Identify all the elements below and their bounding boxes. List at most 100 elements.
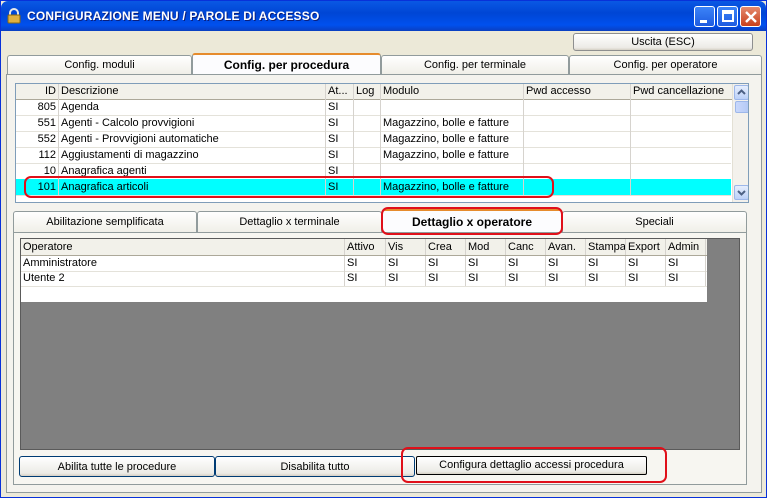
- cell-pwd-accesso[interactable]: [524, 99, 631, 115]
- cell-descrizione[interactable]: Agenti - Calcolo provvigioni: [59, 115, 326, 131]
- table-row[interactable]: 101 Anagrafica articoli SI Magazzino, bolle…: [16, 179, 733, 196]
- cell-modulo[interactable]: [381, 99, 524, 115]
- op-col-2[interactable]: Vis: [386, 239, 426, 255]
- cell-permission[interactable]: SI: [666, 271, 706, 286]
- tab-dettaglio-operatore[interactable]: Dettaglio x operatore: [382, 209, 562, 234]
- cell-pwd-cancellazione[interactable]: [631, 147, 733, 163]
- col-descrizione[interactable]: Descrizione: [59, 84, 326, 100]
- scroll-up-button[interactable]: [734, 85, 748, 100]
- cell-operatore[interactable]: Amministratore: [21, 256, 345, 271]
- cell-attivo[interactable]: SI: [326, 99, 354, 115]
- cell-id[interactable]: 10: [16, 163, 59, 179]
- cell-log[interactable]: [354, 99, 381, 115]
- op-col-4[interactable]: Mod: [466, 239, 506, 255]
- table-row[interactable]: 551 Agenti - Calcolo provvigioni SI Magazzi…: [16, 115, 733, 132]
- table-row[interactable]: Utente 2 SI SI SI SI SI SI SI SI SI: [21, 271, 707, 287]
- tab-config-operatore[interactable]: Config. per operatore: [569, 55, 762, 74]
- cell-pwd-cancellazione[interactable]: [631, 99, 733, 115]
- cell-log[interactable]: [354, 115, 381, 131]
- cell-permission[interactable]: SI: [546, 271, 586, 286]
- cell-permission[interactable]: SI: [666, 256, 706, 271]
- cell-id[interactable]: 101: [16, 179, 59, 195]
- cell-pwd-cancellazione[interactable]: [631, 131, 733, 147]
- close-button[interactable]: [740, 6, 761, 27]
- op-col-9[interactable]: Admin: [666, 239, 706, 255]
- cell-attivo[interactable]: SI: [326, 147, 354, 163]
- cell-descrizione[interactable]: Anagrafica agenti: [59, 163, 326, 179]
- cell-permission[interactable]: SI: [586, 256, 626, 271]
- tab-config-procedura[interactable]: Config. per procedura: [192, 53, 381, 76]
- cell-modulo[interactable]: [381, 163, 524, 179]
- cell-pwd-cancellazione[interactable]: [631, 115, 733, 131]
- cell-log[interactable]: [354, 179, 381, 195]
- cell-permission[interactable]: SI: [386, 271, 426, 286]
- tab-speciali[interactable]: Speciali: [562, 211, 747, 232]
- op-col-6[interactable]: Avan.: [546, 239, 586, 255]
- tab-dettaglio-terminale[interactable]: Dettaglio x terminale: [197, 211, 382, 232]
- cell-id[interactable]: 112: [16, 147, 59, 163]
- op-col-0[interactable]: Operatore: [21, 239, 345, 255]
- cell-permission[interactable]: SI: [426, 271, 466, 286]
- cell-permission[interactable]: SI: [466, 256, 506, 271]
- col-log[interactable]: Log: [354, 84, 381, 100]
- cell-permission[interactable]: SI: [466, 271, 506, 286]
- cell-permission[interactable]: SI: [426, 256, 466, 271]
- op-col-1[interactable]: Attivo: [345, 239, 386, 255]
- title-bar[interactable]: CONFIGURAZIONE MENU / PAROLE DI ACCESSO: [1, 1, 766, 31]
- cell-attivo[interactable]: SI: [326, 163, 354, 179]
- table-row[interactable]: 112 Aggiustamenti di magazzino SI Magazzino…: [16, 147, 733, 164]
- scroll-down-button[interactable]: [734, 185, 748, 200]
- cell-modulo[interactable]: Magazzino, bolle e fatture: [381, 147, 524, 163]
- table-row[interactable]: 805 Agenda SI: [16, 99, 733, 116]
- exit-button[interactable]: Uscita (ESC): [573, 33, 753, 51]
- maximize-button[interactable]: [717, 6, 738, 27]
- cell-id[interactable]: 805: [16, 99, 59, 115]
- cell-permission[interactable]: SI: [345, 256, 386, 271]
- cell-modulo[interactable]: Magazzino, bolle e fatture: [381, 115, 524, 131]
- tab-abilitazione-semplificata[interactable]: Abilitazione semplificata: [13, 211, 197, 232]
- cell-pwd-cancellazione[interactable]: [631, 179, 733, 195]
- cell-descrizione[interactable]: Agenti - Provvigioni automatiche: [59, 131, 326, 147]
- cell-descrizione[interactable]: Aggiustamenti di magazzino: [59, 147, 326, 163]
- cell-attivo[interactable]: SI: [326, 115, 354, 131]
- cell-permission[interactable]: SI: [386, 256, 426, 271]
- op-col-7[interactable]: Stampa: [586, 239, 626, 255]
- cell-pwd-accesso[interactable]: [524, 179, 631, 195]
- cell-pwd-accesso[interactable]: [524, 115, 631, 131]
- col-id[interactable]: ID: [16, 84, 59, 100]
- col-attivo[interactable]: At...: [326, 84, 354, 100]
- cell-id[interactable]: 552: [16, 131, 59, 147]
- tab-config-terminale[interactable]: Config. per terminale: [381, 55, 569, 74]
- cell-pwd-accesso[interactable]: [524, 163, 631, 179]
- cell-descrizione[interactable]: Agenda: [59, 99, 326, 115]
- configure-access-button[interactable]: Configura dettaglio accessi procedura: [416, 456, 647, 475]
- col-pwd-accesso[interactable]: Pwd accesso: [524, 84, 631, 100]
- cell-permission[interactable]: SI: [506, 256, 546, 271]
- cell-descrizione[interactable]: Anagrafica articoli: [59, 179, 326, 195]
- scroll-thumb[interactable]: [735, 101, 748, 113]
- minimize-button[interactable]: [694, 6, 715, 27]
- cell-permission[interactable]: SI: [345, 271, 386, 286]
- cell-pwd-accesso[interactable]: [524, 147, 631, 163]
- cell-modulo[interactable]: Magazzino, bolle e fatture: [381, 179, 524, 195]
- operators-table[interactable]: Operatore Attivo Vis Crea Mod Canc Avan. Stampa…: [20, 238, 740, 450]
- table-row[interactable]: 552 Agenti - Provvigioni automatiche SI Mag…: [16, 131, 733, 148]
- cell-attivo[interactable]: SI: [326, 131, 354, 147]
- table-row[interactable]: Amministratore SI SI SI SI SI SI SI SI SI: [21, 256, 707, 272]
- cell-permission[interactable]: SI: [506, 271, 546, 286]
- op-col-3[interactable]: Crea: [426, 239, 466, 255]
- cell-log[interactable]: [354, 147, 381, 163]
- op-col-5[interactable]: Canc: [506, 239, 546, 255]
- cell-id[interactable]: 551: [16, 115, 59, 131]
- procedures-table[interactable]: ID Descrizione At... Log Modulo Pwd acce…: [15, 83, 749, 203]
- cell-log[interactable]: [354, 131, 381, 147]
- cell-permission[interactable]: SI: [626, 271, 666, 286]
- disable-all-button[interactable]: Disabilita tutto: [215, 456, 415, 477]
- procedures-scrollbar[interactable]: [732, 84, 748, 202]
- cell-log[interactable]: [354, 163, 381, 179]
- tab-config-moduli[interactable]: Config. moduli: [7, 55, 192, 74]
- cell-permission[interactable]: SI: [546, 256, 586, 271]
- cell-pwd-cancellazione[interactable]: [631, 163, 733, 179]
- cell-modulo[interactable]: Magazzino, bolle e fatture: [381, 131, 524, 147]
- cell-permission[interactable]: SI: [626, 256, 666, 271]
